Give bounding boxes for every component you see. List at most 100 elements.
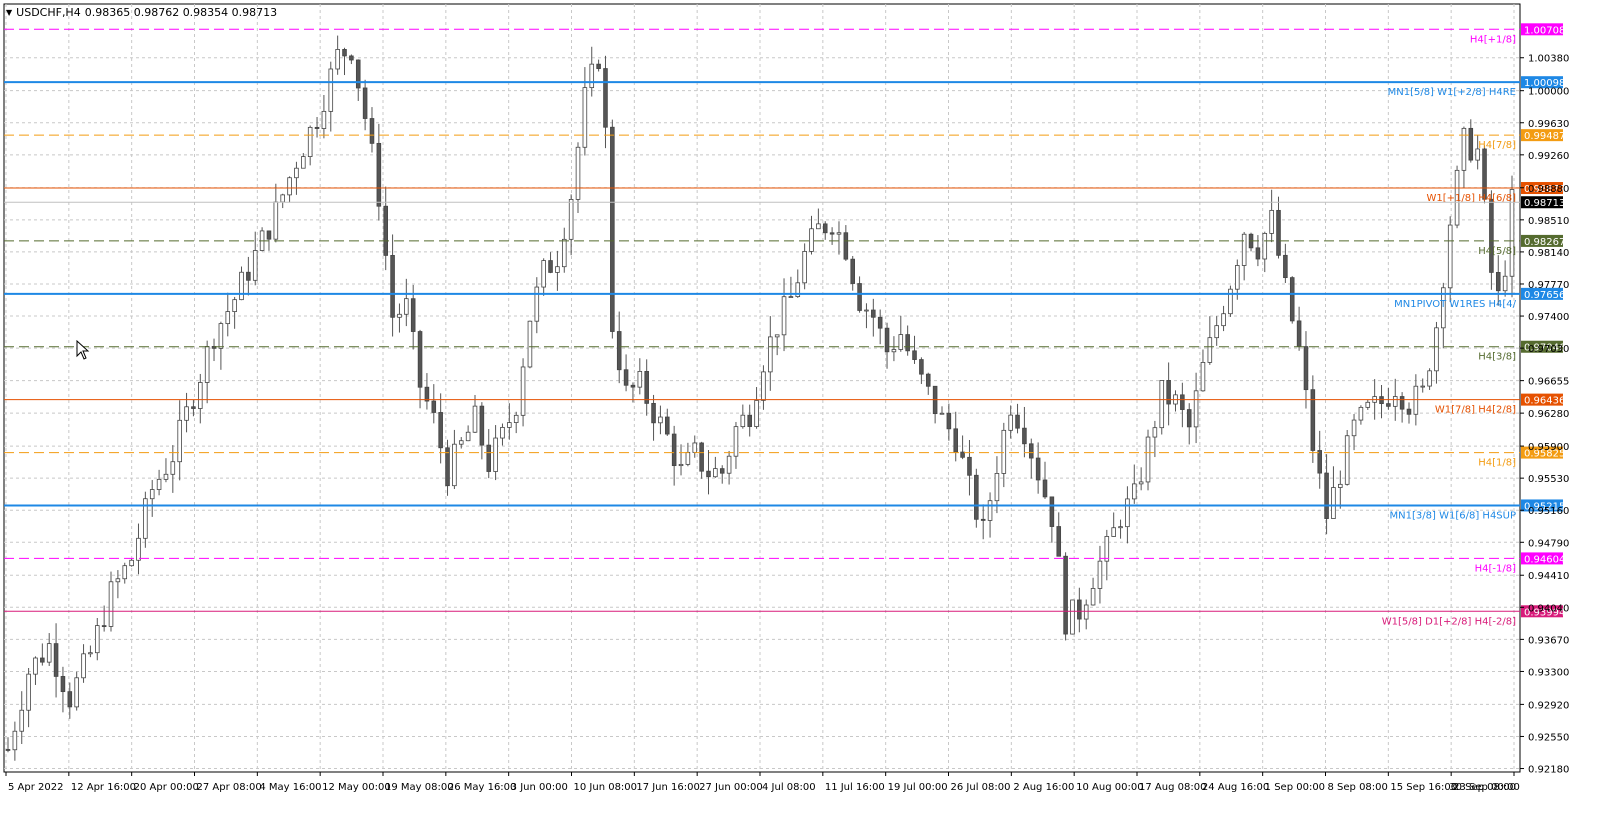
candle-body [1447, 224, 1453, 289]
y-tick-label: 0.93670 [1528, 635, 1569, 646]
candle-body [905, 334, 910, 352]
symbol-label: USDCHF,H4 [16, 6, 81, 19]
x-tick-label: 17 Jun 16:00 [636, 782, 700, 793]
candle-body [1489, 198, 1494, 273]
candle-body [1331, 487, 1336, 519]
candle-body [1434, 327, 1439, 372]
candle-body [1399, 396, 1405, 410]
candle-body [355, 59, 361, 89]
level-label: H4[-1/8] [1475, 563, 1516, 574]
price-chart[interactable]: H4[+1/8] 1.00708 MN1[5/8] W1[+2/8] H4RE 1.0… [0, 0, 1600, 817]
candle-body [685, 451, 691, 465]
candle-body [177, 419, 182, 463]
level-price-tag-text: 0.99487 [1524, 131, 1565, 142]
candle-body [912, 350, 917, 360]
x-tick-label: 8 Sep 08:00 [1328, 782, 1388, 793]
candle-body [1028, 443, 1034, 459]
candle-body [74, 677, 79, 708]
candle-body [452, 443, 457, 487]
candle-body [802, 251, 807, 284]
candle-body [410, 298, 416, 332]
candle-body [314, 126, 320, 129]
candle-body [713, 468, 718, 478]
candle-body [500, 426, 505, 439]
candle-body [156, 478, 162, 490]
candle-body [136, 537, 141, 561]
candle-body [1070, 599, 1075, 635]
candle-body [1289, 277, 1295, 322]
candle-body [774, 334, 780, 338]
level-label: MN1[5/8] W1[+2/8] H4RE [1388, 87, 1516, 98]
candle-body [465, 431, 471, 442]
candle-body [479, 405, 485, 446]
candle-body [1097, 560, 1103, 589]
candle-body [1104, 536, 1110, 562]
chart-title[interactable]: ▼ USDCHF,H4 0.98365 0.98762 0.98354 0.98… [6, 6, 277, 19]
candle-body [67, 691, 73, 708]
y-tick-label: 0.98510 [1528, 216, 1569, 227]
candle-body [994, 473, 1000, 502]
candle-body [1125, 498, 1130, 528]
candle-body [191, 406, 196, 409]
candle-body [198, 382, 203, 409]
candle-body [458, 440, 464, 445]
candle-body [829, 232, 835, 235]
candle-body [1338, 483, 1343, 488]
candle-body [431, 400, 437, 413]
x-tick-label: 24 Aug 16:00 [1202, 782, 1269, 793]
candle-body [960, 451, 965, 458]
candle-body [513, 414, 519, 423]
candle-body [665, 416, 670, 435]
x-tick-label: 10 Jun 08:00 [574, 782, 638, 793]
y-tick-label: 1.00000 [1528, 87, 1569, 98]
candle-body [252, 250, 258, 281]
candle-body [1482, 148, 1487, 200]
candle-body [644, 370, 649, 404]
candle-body [163, 473, 169, 480]
candle-body [980, 518, 986, 521]
candle-body [1015, 414, 1020, 429]
candle-body [548, 260, 553, 273]
candle-body [925, 373, 931, 387]
level-label: MN1[3/8] W1[6/8] H4SUP [1390, 510, 1516, 521]
x-tick-label: 26 May 16:00 [448, 782, 517, 793]
y-tick-label: 0.92180 [1528, 765, 1569, 776]
mouse-pointer-icon [76, 340, 90, 360]
candle-body [1296, 320, 1302, 347]
candle-body [12, 730, 18, 751]
candle-body [101, 625, 107, 628]
candle-body [376, 142, 382, 207]
level-price-tag-text: 1.00708 [1524, 25, 1565, 36]
candle-body [1200, 362, 1206, 392]
candle-body [108, 581, 114, 627]
candle-body [616, 331, 622, 371]
candle-body [919, 359, 924, 375]
chart-window[interactable]: H4[+1/8] 1.00708 MN1[5/8] W1[+2/8] H4RE 1.0… [0, 0, 1600, 817]
x-tick-label: 20 Apr 00:00 [134, 782, 199, 793]
candle-body [19, 709, 25, 732]
y-tick-label: 0.92920 [1528, 700, 1569, 711]
x-tick-label: 19 Jul 00:00 [888, 782, 948, 793]
candle-body [1214, 325, 1219, 339]
candle-body [390, 255, 395, 318]
candle-body [1111, 527, 1116, 537]
candle-body [486, 444, 492, 472]
x-tick-label: 11 Jul 16:00 [825, 782, 885, 793]
y-tick-label: 0.96280 [1528, 409, 1569, 420]
level-label: H4[+1/8] [1470, 34, 1516, 45]
candle-body [1152, 427, 1158, 438]
candle-body [1255, 247, 1261, 260]
price-axis[interactable]: 1.00380 1.00000 0.99630 0.99260 0.98880 0.985… [1520, 54, 1569, 776]
candle-body [33, 657, 38, 675]
candle-body [1221, 313, 1226, 327]
candle-body [603, 68, 608, 128]
level-label: W1[5/8] D1[+2/8] H4[-2/8] [1382, 616, 1516, 627]
collapse-triangle-icon[interactable]: ▼ [6, 8, 12, 17]
candle-body [239, 271, 244, 301]
candle-body [967, 456, 972, 476]
candle-body [541, 260, 546, 288]
time-axis[interactable]: 5 Apr 2022 12 Apr 16:0020 Apr 00:0027 Apr… [5, 772, 1520, 793]
candle-body [1118, 526, 1123, 529]
x-tick-label: 19 May 08:00 [385, 782, 454, 793]
candle-body [692, 442, 698, 453]
